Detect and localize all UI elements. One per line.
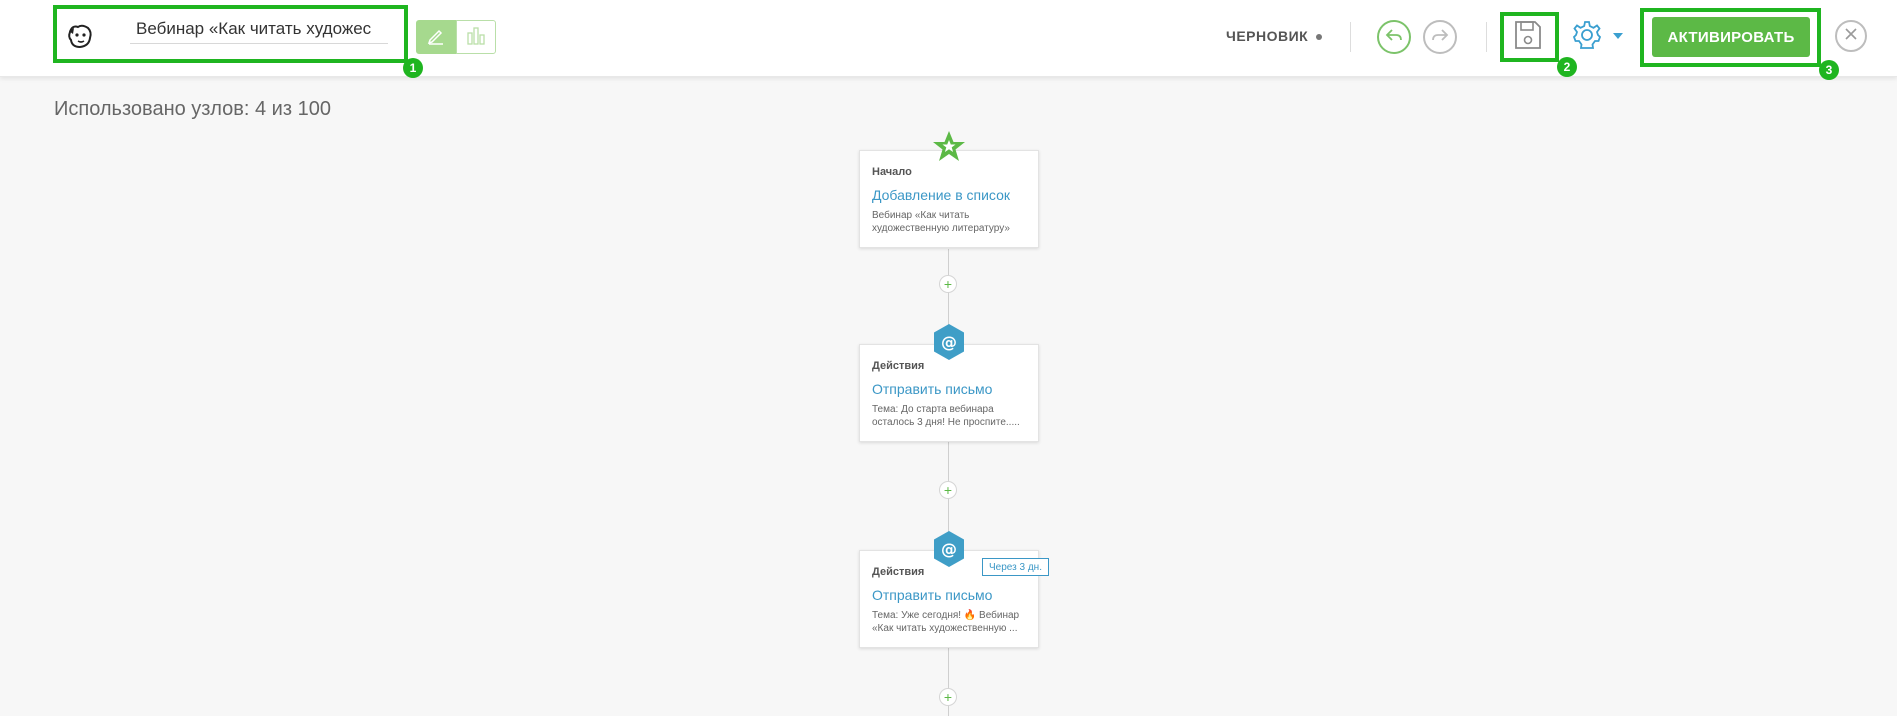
highlight-save	[1500, 12, 1559, 62]
undo-button[interactable]	[1377, 20, 1411, 54]
add-node-button[interactable]: +	[939, 275, 957, 293]
redo-icon	[1431, 27, 1449, 48]
star-icon	[932, 130, 966, 168]
email-at-icon: @	[932, 530, 966, 568]
settings-button[interactable]	[1570, 19, 1604, 55]
node-description: Тема: До старта вебинара осталось 3 дня!…	[872, 404, 1020, 428]
status-label: ЧЕРНОВИК	[1226, 28, 1309, 44]
delay-badge[interactable]: Через 3 дн.	[982, 558, 1049, 576]
annotation-badge-2: 2	[1557, 57, 1577, 77]
node-kind: Действия	[872, 566, 925, 578]
undo-icon	[1385, 27, 1403, 48]
annotation-badge-3: 3	[1819, 60, 1839, 80]
close-icon	[1844, 27, 1858, 46]
highlight-title	[53, 5, 408, 63]
stats-mode-button[interactable]	[456, 20, 496, 54]
settings-dropdown-caret[interactable]	[1613, 33, 1623, 39]
close-button[interactable]	[1835, 20, 1867, 52]
bar-chart-icon	[465, 25, 487, 50]
gear-icon	[1571, 19, 1603, 56]
svg-text:@: @	[941, 540, 957, 559]
email-at-icon: @	[932, 323, 966, 361]
node-description: Вебинар «Как читать художественную литер…	[872, 210, 1010, 234]
divider	[1486, 22, 1487, 52]
node-kind: Начало	[872, 166, 912, 178]
node-title[interactable]: Отправить письмо	[872, 381, 992, 397]
redo-button[interactable]	[1423, 20, 1457, 54]
add-node-button[interactable]: +	[939, 688, 957, 706]
node-description: Тема: Уже сегодня! 🔥 Вебинар «Как читать…	[872, 610, 1020, 634]
annotation-badge-1: 1	[403, 58, 423, 78]
status-dot	[1316, 34, 1322, 40]
pencil-icon	[426, 25, 446, 50]
highlight-activate	[1640, 8, 1821, 67]
node-title[interactable]: Добавление в список	[872, 187, 1010, 203]
node-title[interactable]: Отправить письмо	[872, 587, 992, 603]
add-node-button[interactable]: +	[939, 481, 957, 499]
edit-mode-button[interactable]	[416, 20, 456, 54]
divider	[1350, 22, 1351, 52]
node-kind: Действия	[872, 360, 925, 372]
node-usage-counter: Использовано узлов: 4 из 100	[54, 98, 331, 120]
svg-text:@: @	[941, 333, 957, 352]
